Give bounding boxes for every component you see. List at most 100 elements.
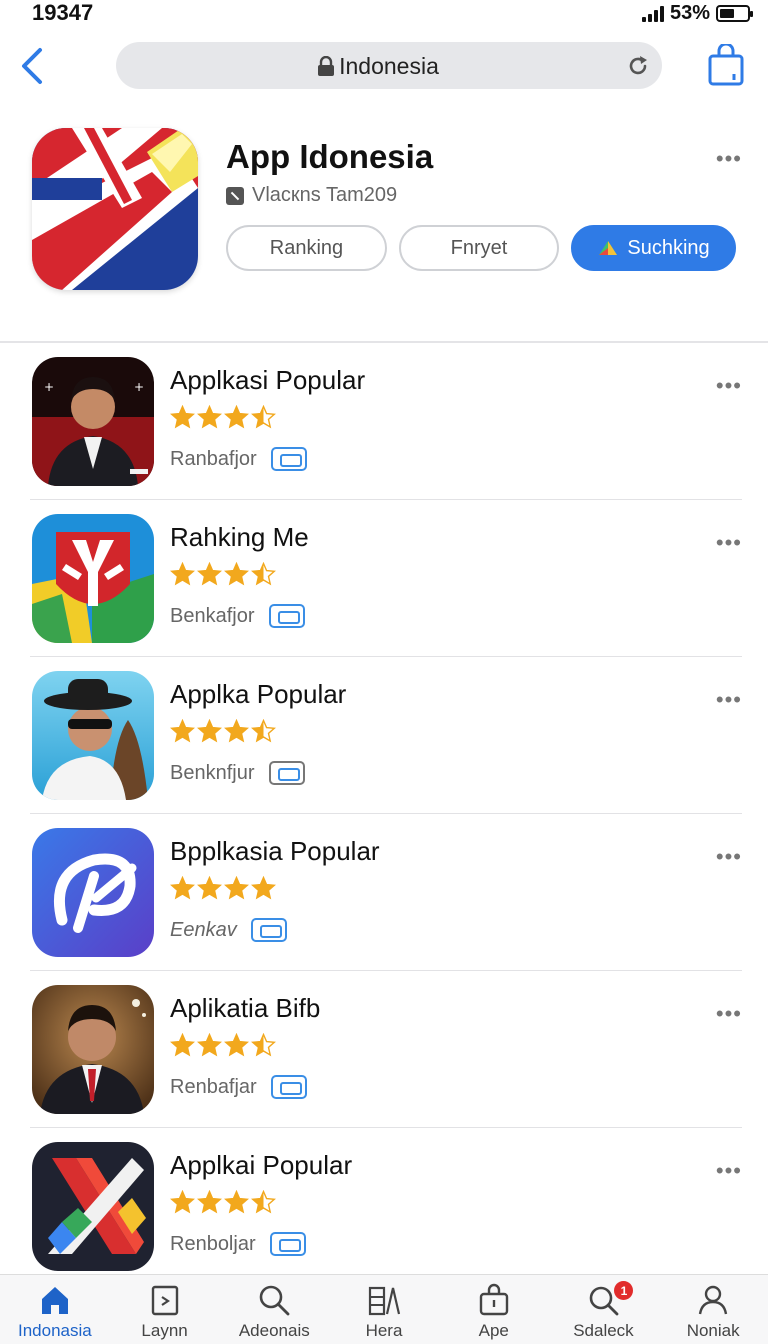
book-icon [268, 761, 305, 785]
app-header: App Idonesia Vlacкns Tam209 ••• Ranking … [0, 128, 768, 318]
star-full-icon [224, 1033, 249, 1057]
suchking-button[interactable]: Suchking [571, 225, 736, 271]
more-options-icon[interactable]: ••• [716, 530, 742, 556]
list-item[interactable]: Rahking Me Benkafjor ••• [0, 500, 768, 657]
more-options-icon[interactable]: ••• [716, 687, 742, 713]
app-name: Applka Popular [170, 679, 347, 709]
list-item[interactable]: Bpplkasia Popular Eenkav ••• [0, 814, 768, 971]
more-options-icon[interactable]: ••• [716, 1001, 742, 1027]
info-badge-icon [268, 604, 305, 628]
developer-line: Vlacкns Tam209 [226, 184, 397, 207]
signal-icon [641, 5, 664, 22]
battery-icon [716, 5, 753, 22]
more-options-icon[interactable]: ••• [716, 146, 742, 172]
ranking-button[interactable]: Ranking [226, 225, 387, 271]
swirl-logo-icon [32, 828, 154, 957]
cowboy-portrait-icon [32, 671, 154, 800]
developer-name: Vlacкns Tam209 [252, 184, 398, 206]
star-full-icon [170, 1190, 195, 1214]
info-badge-icon [270, 1075, 307, 1099]
star-full-icon [170, 562, 195, 586]
star-full-icon [170, 1033, 195, 1057]
star-rating [170, 719, 276, 744]
app-category: Ranbafjor [170, 447, 257, 470]
profile-icon [698, 1285, 728, 1315]
app-meta: Benknfjur [170, 761, 305, 785]
app-name: Bpplkasia Popular [170, 836, 380, 866]
star-full-icon [170, 876, 195, 900]
star-full-icon [197, 1190, 222, 1214]
app-name: Applkasi Popular [170, 365, 366, 395]
address-bar[interactable]: Indonesia [116, 42, 662, 89]
bottom-tab-bar: Indonasia Laynn Adeonais Hera Ape 1 Sdal… [0, 1274, 768, 1344]
star-full-icon [224, 562, 249, 586]
tab-ape[interactable]: Ape [439, 1275, 549, 1344]
back-button[interactable] [18, 46, 48, 86]
star-half-icon [251, 562, 276, 586]
star-full-icon [224, 405, 249, 429]
share-button[interactable] [708, 42, 744, 86]
tab-hera[interactable]: Hera [329, 1275, 439, 1344]
star-rating [170, 1190, 276, 1215]
svg-text:+: + [44, 380, 54, 394]
app-category: Renboljar [170, 1232, 256, 1255]
battery-level [720, 9, 734, 18]
star-full-icon [197, 876, 222, 900]
list-item[interactable]: Applka Popular Benknfjur ••• [0, 657, 768, 814]
developer-icon [226, 186, 244, 205]
star-rating [170, 562, 276, 587]
star-rating [170, 876, 276, 901]
man-portrait-red-icon: + + [32, 357, 154, 486]
app-name: Applkai Popular [170, 1150, 353, 1180]
shopping-bag-icon [708, 42, 744, 86]
browser-nav-bar: Indonesia [0, 40, 768, 92]
fnryet-button[interactable]: Fnryet [399, 225, 559, 271]
more-options-icon[interactable]: ••• [716, 844, 742, 870]
info-badge-icon [250, 918, 287, 942]
star-full-icon [224, 719, 249, 743]
status-indicators: 53% [641, 2, 753, 25]
svg-text:+: + [134, 380, 144, 394]
editor-icon [368, 1286, 401, 1316]
businessman-portrait-icon [32, 985, 154, 1114]
app-category: Renbafjar [170, 1075, 257, 1098]
star-full-icon [170, 719, 195, 743]
reload-icon[interactable] [626, 54, 650, 78]
star-full-icon [170, 405, 195, 429]
star-full-icon [224, 876, 249, 900]
app-name: Rahking Me [170, 522, 309, 552]
tab-label: Ape [478, 1321, 509, 1340]
tab-label: Indonasia [17, 1321, 92, 1340]
tab-laynn[interactable]: Laynn [110, 1275, 220, 1344]
tab-adeonais[interactable]: Adeonais [219, 1275, 329, 1344]
tab-noniak[interactable]: Noniak [658, 1275, 768, 1344]
info-badge-icon [269, 1232, 306, 1256]
star-half-icon [251, 1033, 276, 1057]
star-half-icon [251, 1190, 276, 1214]
x-stripes-icon [32, 1142, 154, 1271]
list-item[interactable]: Applkai Popular Renboljar ••• [0, 1128, 768, 1285]
home-icon [41, 1287, 68, 1314]
list-item[interactable]: Aplikatia Bifb Renbafjar ••• [0, 971, 768, 1128]
tab-sdaleck[interactable]: 1 Sdaleck [549, 1275, 659, 1344]
star-full-icon [197, 1033, 222, 1057]
star-half-icon [251, 719, 276, 743]
tab-label: Sdaleck [573, 1321, 634, 1340]
app-category: Benkafjor [170, 604, 255, 627]
star-full-icon [197, 719, 222, 743]
url-text: Indonesia [339, 53, 439, 79]
info-badge-icon [270, 447, 307, 471]
star-full-icon [197, 562, 222, 586]
tab-indonasia[interactable]: Indonasia [0, 1275, 110, 1344]
star-rating [170, 405, 276, 430]
more-options-icon[interactable]: ••• [716, 1158, 742, 1184]
list-item[interactable]: + + Applkasi Popular Ranbafjor ••• [0, 343, 768, 500]
star-rating [170, 1033, 276, 1058]
more-options-icon[interactable]: ••• [716, 373, 742, 399]
app-category: Eenkav [170, 918, 237, 941]
app-meta: Renbafjar [170, 1075, 307, 1099]
app-flag-icon[interactable] [32, 128, 198, 290]
app-name: Aplikatia Bifb [170, 993, 321, 1023]
star-full-icon [224, 1190, 249, 1214]
notification-badge: 1 [614, 1281, 634, 1300]
